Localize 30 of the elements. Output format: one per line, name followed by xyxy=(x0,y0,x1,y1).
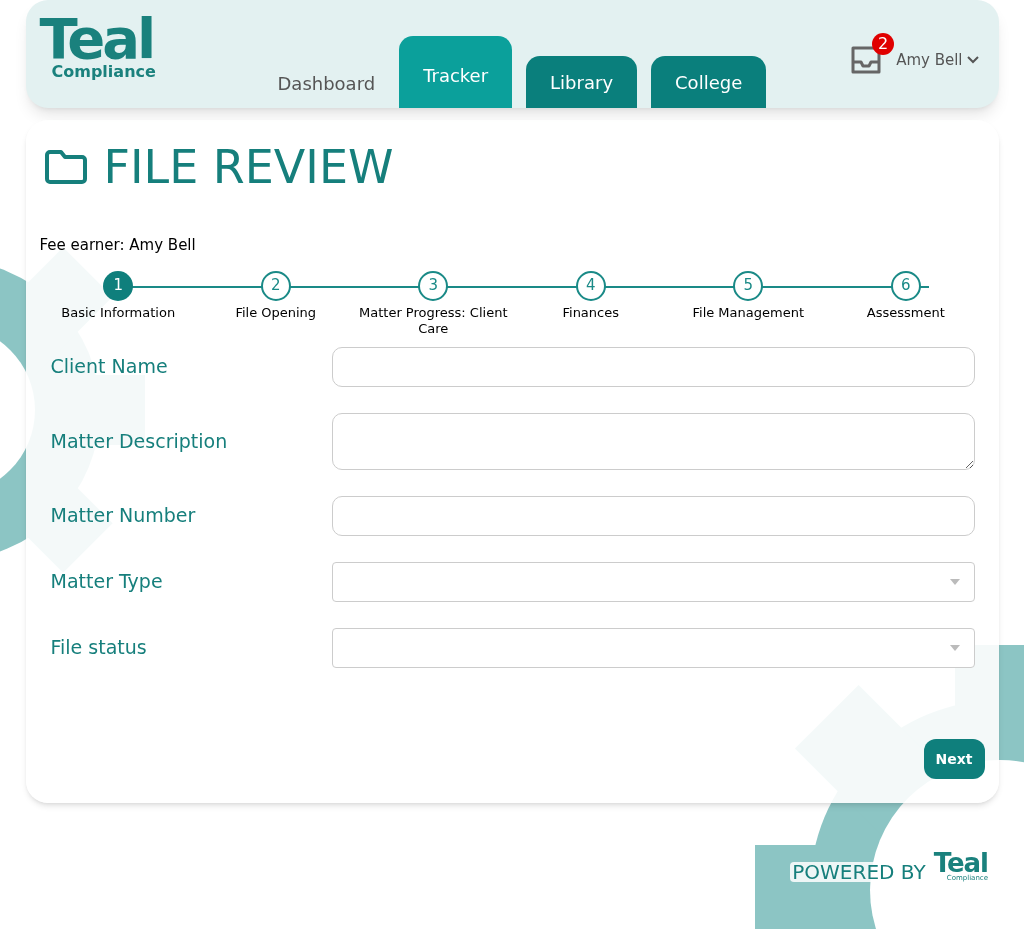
step-label: File Opening xyxy=(235,304,317,321)
step-number[interactable]: 4 xyxy=(575,270,606,301)
footer-logo-wordmark: Teal xyxy=(933,851,988,875)
next-button[interactable]: Next xyxy=(923,739,985,779)
step-label: Assessment xyxy=(866,304,945,321)
nav-link[interactable]: Dashboard xyxy=(267,58,386,108)
field-label: File status xyxy=(50,635,148,661)
step-number[interactable]: 5 xyxy=(733,270,764,301)
nav-tab[interactable]: College xyxy=(651,56,767,108)
step-number[interactable]: 6 xyxy=(890,270,921,301)
step-label: File Management xyxy=(692,304,804,321)
step-number[interactable]: 3 xyxy=(418,270,449,301)
nav-tab[interactable]: Tracker xyxy=(399,36,513,108)
field-label: Matter Number xyxy=(50,503,197,529)
step-number[interactable]: 1 xyxy=(103,270,134,301)
logo-wordmark: Teal xyxy=(39,14,154,64)
powered-by-label: POWERED BY xyxy=(790,862,928,882)
field-label: Client Name xyxy=(50,354,169,380)
user-menu[interactable]: Amy Bell xyxy=(896,48,979,72)
step-label: Basic Information xyxy=(61,304,176,321)
page-title: FILE REVIEW xyxy=(103,144,394,190)
field-label: Matter Type xyxy=(50,569,164,595)
field-label: Matter Description xyxy=(50,428,229,454)
step-number[interactable]: 2 xyxy=(260,270,291,301)
step-label: Finances xyxy=(562,304,619,321)
fee-earner-label: Fee earner: Amy Bell xyxy=(39,235,197,256)
logo-subtitle: Compliance xyxy=(50,64,157,80)
step-label: Matter Progress: Client Care xyxy=(358,304,509,337)
nav-tab[interactable]: Library xyxy=(526,56,638,108)
notification-badge: 2 xyxy=(872,33,895,55)
